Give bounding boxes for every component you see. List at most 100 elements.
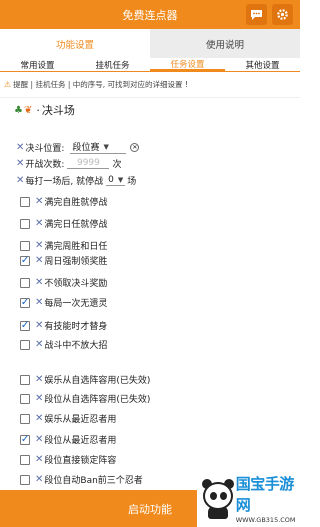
battle-count-input[interactable]: 9999 [67, 158, 110, 169]
option-label: 段位自动Ban前三个忍者 [44, 476, 143, 486]
option-label: 娱乐从最近忍者用 [44, 415, 117, 425]
checkbox[interactable] [20, 277, 30, 288]
option-label: 满完日任就停战 [44, 220, 108, 230]
checkbox[interactable] [20, 454, 30, 465]
start-button-label: 启动功能 [128, 502, 172, 516]
option-label: 战斗中不放大招 [44, 341, 108, 351]
duel-position-row: ✕ 决斗位置: 段位赛 ▼ ✕ [16, 140, 140, 154]
watermark-url: WWW.GB315.COM [235, 515, 296, 524]
dropdown-icon: ▼ [103, 142, 109, 151]
x-mark-icon: ✕ [16, 141, 25, 153]
option-label: 不领取决斗奖励 [44, 279, 108, 289]
option-label: 满完自胜就停战 [44, 198, 108, 208]
option-checkbox[interactable]: ✓ ✕ 每局一次无遗灵 [20, 296, 107, 309]
checkbox[interactable] [20, 339, 30, 350]
option-label: 段位从最近忍者用 [44, 436, 117, 446]
checkbox[interactable] [20, 474, 30, 485]
option-label: 段位从自选阵容用(已失效) [44, 395, 151, 405]
x-mark-icon: ✕ [35, 413, 44, 424]
hint-text: 提醒 | 挂机任务 | 中的序号, 可找到对应的详细设置 ! [13, 80, 188, 89]
option-label: 段位直接锁定阵容 [44, 456, 117, 466]
leaf-icon: ❦ [23, 104, 33, 116]
watermark-brand: 国宝手游网 [235, 474, 295, 514]
title-bar: 免费连点器 [0, 0, 300, 29]
x-mark-icon: ✕ [16, 158, 25, 169]
x-mark-icon: ✕ [35, 454, 44, 465]
duel-position-label: 决斗位置: [25, 143, 65, 154]
warning-icon: ⚠ [4, 80, 12, 89]
option-label: 有技能时才替身 [44, 322, 108, 332]
checkbox[interactable] [20, 218, 30, 229]
x-mark-icon: ✕ [35, 339, 44, 350]
x-mark-icon: ✕ [35, 474, 44, 485]
tab-function-settings[interactable]: 功能设置 [0, 29, 150, 58]
option-label: 周日强制领奖胜 [44, 257, 108, 267]
main-tabs: 功能设置 使用说明 [0, 29, 300, 58]
battle-count-unit: 次 [112, 160, 122, 170]
option-checkbox[interactable]: ✕ 满完日任就停战 [20, 217, 107, 230]
checkbox[interactable] [20, 240, 30, 251]
option-checkbox[interactable]: ✓ ✕ 周日强制领奖胜 [20, 254, 107, 267]
option-label: 满完周胜和日任 [44, 242, 108, 252]
checkbox-checked[interactable]: ✓ [20, 297, 30, 308]
x-mark-icon: ✕ [35, 240, 44, 251]
checkbox[interactable] [20, 413, 30, 424]
subtab-idle-tasks[interactable]: 挂机任务 [75, 58, 150, 71]
pause-label: 每打一场后, 就停战 [25, 177, 104, 187]
close-circle-icon[interactable]: ✕ [130, 142, 140, 152]
option-checkbox[interactable]: ✕ 不领取决斗奖励 [20, 276, 107, 289]
settings-button[interactable] [272, 4, 293, 25]
option-checkbox[interactable]: ✕ 娱乐从自选阵容用(已失效) [20, 373, 150, 386]
checkbox[interactable] [20, 196, 30, 207]
option-label: 娱乐从自选阵容用(已失效) [44, 376, 151, 386]
checkbox[interactable] [20, 374, 30, 385]
x-mark-icon: ✕ [35, 277, 44, 288]
panda-logo-icon [199, 476, 234, 520]
pause-unit: 场 [127, 177, 137, 187]
x-mark-icon: ✕ [35, 297, 44, 308]
x-mark-icon: ✕ [35, 374, 44, 385]
duel-position-select[interactable]: 段位赛 ▼ [70, 140, 127, 154]
message-button[interactable] [246, 4, 267, 25]
option-checkbox[interactable]: ✕ 战斗中不放大招 [20, 338, 107, 351]
option-checkbox[interactable]: ✕ 满完自胜就停战 [20, 195, 107, 208]
option-checkbox[interactable]: ✓ ✕ 有技能时才替身 [20, 319, 107, 332]
x-mark-icon: ✕ [35, 218, 44, 229]
tab-usage-guide[interactable]: 使用说明 [150, 29, 300, 58]
x-mark-icon: ✕ [35, 320, 44, 331]
subtab-common-settings[interactable]: 常用设置 [0, 58, 75, 71]
x-mark-icon: ✕ [16, 175, 25, 186]
watermark: 国宝手游网 WWW.GB315.COM [197, 469, 300, 527]
subtab-task-settings[interactable]: 任务设置 [150, 58, 225, 71]
option-checkbox[interactable]: ✕ 段位直接锁定阵容 [20, 453, 116, 466]
checkbox-checked[interactable]: ✓ [20, 255, 30, 266]
option-checkbox[interactable]: ✕ 段位从自选阵容用(已失效) [20, 392, 150, 405]
option-checkbox[interactable]: ✕ 段位自动Ban前三个忍者 [20, 473, 143, 486]
checkbox-checked[interactable]: ✓ [20, 320, 30, 331]
option-checkbox[interactable]: ✕ 娱乐从最近忍者用 [20, 412, 116, 425]
battle-count-row: ✕ 开战次数: 9999 次 [16, 157, 121, 170]
x-mark-icon: ✕ [35, 393, 44, 404]
section-header: ♣ ❦ · 决斗场 [14, 103, 75, 118]
subtab-other-settings[interactable]: 其他设置 [225, 58, 300, 71]
app-title: 免费连点器 [122, 8, 178, 22]
pause-count-select[interactable]: 0 ▼ [106, 175, 126, 186]
pause-count-value: 0 [108, 175, 114, 185]
section-title: 决斗场 [41, 104, 75, 117]
option-checkbox[interactable]: ✓ ✕ 段位从最近忍者用 [20, 433, 116, 446]
duel-position-value: 段位赛 [72, 143, 100, 153]
battle-count-label: 开战次数: [25, 160, 65, 170]
x-mark-icon: ✕ [35, 196, 44, 207]
checkbox-checked[interactable]: ✓ [20, 434, 30, 445]
pause-row: ✕ 每打一场后, 就停战 0 ▼ 场 [16, 174, 136, 187]
x-mark-icon: ✕ [35, 255, 44, 266]
checkbox[interactable] [20, 393, 30, 404]
sub-tabs: 常用设置 挂机任务 任务设置 其他设置 [0, 58, 300, 72]
clover-icon: ♣ [14, 104, 23, 116]
option-checkbox[interactable]: ✕ 满完周胜和日任 [20, 239, 107, 252]
x-mark-icon: ✕ [35, 434, 44, 445]
chat-icon [251, 9, 262, 20]
option-label: 每局一次无遗灵 [44, 299, 108, 309]
gear-icon [277, 9, 288, 20]
hint-bar: ⚠ 提醒 | 挂机任务 | 中的序号, 可找到对应的详细设置 ! [0, 72, 300, 98]
